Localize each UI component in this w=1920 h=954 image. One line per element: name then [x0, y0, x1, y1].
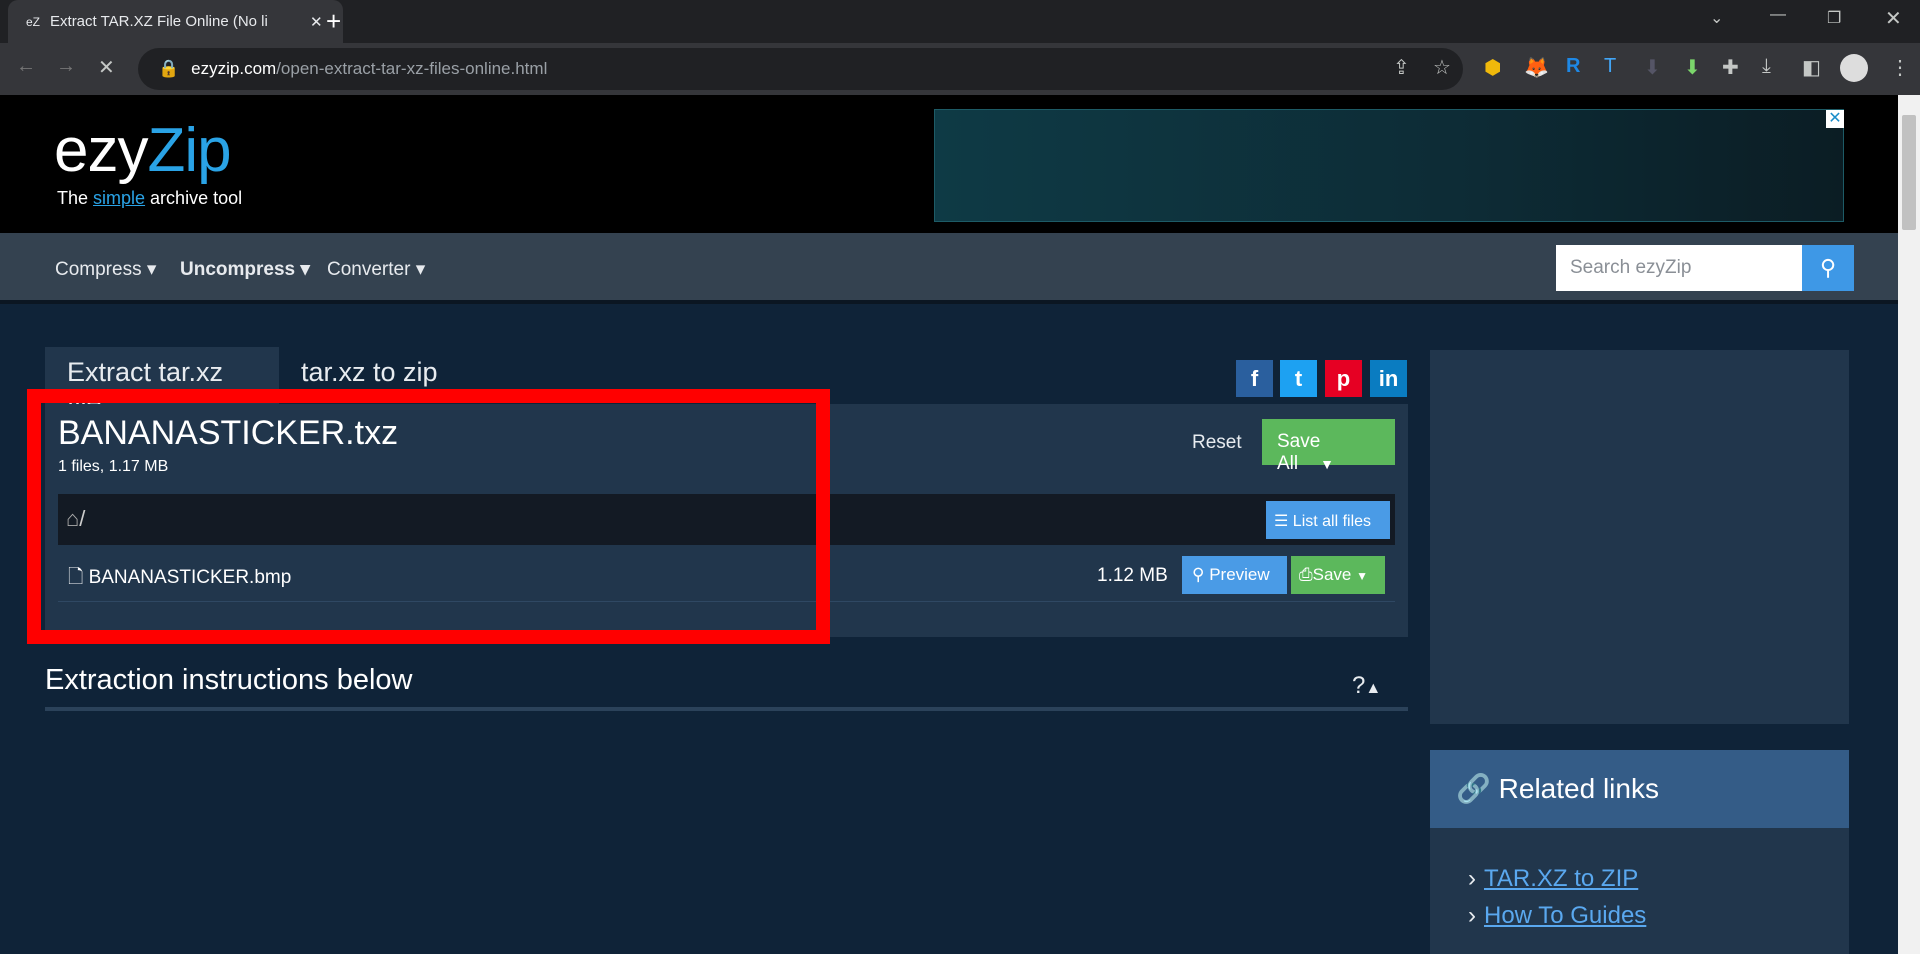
tagline-part: The	[57, 188, 94, 208]
extension-binance-icon[interactable]: ⬢	[1484, 55, 1501, 80]
url-path: /open-extract-tar-xz-files-online.html	[276, 59, 548, 78]
side-panel-icon[interactable]: ◧	[1802, 55, 1821, 80]
extension-translate-icon[interactable]: T	[1604, 55, 1616, 78]
link-icon: 🔗	[1456, 773, 1491, 804]
tab-title: Extract TAR.XZ File Online (No li	[50, 13, 268, 30]
search-button[interactable]: ⚲	[1802, 245, 1854, 291]
address-bar[interactable]: 🔒 ezyzip.com/open-extract-tar-xz-files-o…	[138, 48, 1463, 90]
back-icon[interactable]: ←	[16, 55, 36, 78]
favicon-icon: eZ	[26, 14, 41, 29]
restore-icon[interactable]: ❐	[1827, 8, 1841, 28]
nav-uncompress[interactable]: Uncompress ▾	[180, 258, 310, 281]
ad-close-icon[interactable]: ✕	[1826, 110, 1844, 128]
linkedin-share-icon[interactable]: in	[1370, 360, 1407, 397]
instructions-toggle[interactable]: ?▲	[1352, 672, 1381, 700]
caret-down-icon[interactable]: ▼	[1356, 569, 1368, 583]
close-window-icon[interactable]: ✕	[1885, 6, 1902, 31]
search-icon: ⚲	[1819, 255, 1837, 280]
related-link-item: › How To Guides	[1468, 902, 1647, 929]
highlight-box	[27, 389, 830, 644]
extensions-puzzle-icon[interactable]: ✚	[1722, 55, 1739, 80]
related-links-heading: 🔗 Related links	[1430, 750, 1849, 828]
lock-icon: 🔒	[158, 59, 180, 78]
bookmark-star-icon[interactable]: ☆	[1433, 55, 1451, 80]
header-ad-banner[interactable]	[934, 109, 1844, 222]
save-file-button[interactable]: ⎙Save ▼	[1291, 556, 1385, 594]
caret-down-icon[interactable]: ▼	[1320, 456, 1334, 472]
tab-search-icon[interactable]: ⌄	[1710, 8, 1723, 28]
extension-download-gray-icon[interactable]: ⬇	[1644, 55, 1661, 80]
list-icon: ☰	[1274, 513, 1289, 530]
extension-r-icon[interactable]: R	[1566, 55, 1580, 78]
tagline-part: simple	[93, 188, 146, 208]
logo-part: ezy	[54, 116, 148, 185]
extension-metamask-icon[interactable]: 🦊	[1524, 55, 1549, 80]
related-link-item: › TAR.XZ to ZIP	[1468, 865, 1639, 892]
extension-download-green-icon[interactable]: ⬇	[1684, 55, 1701, 80]
menu-kebab-icon[interactable]: ⋮	[1890, 55, 1910, 80]
sidebar-ad	[1430, 350, 1849, 724]
stop-icon[interactable]: ✕	[98, 55, 115, 80]
divider	[45, 707, 1408, 711]
instructions-heading: Extraction instructions below	[45, 664, 413, 696]
nav-compress[interactable]: Compress ▾	[55, 258, 156, 281]
forward-icon[interactable]: →	[56, 55, 76, 78]
url-domain: ezyzip.com	[191, 59, 277, 78]
preview-button[interactable]: ⚲ Preview	[1182, 556, 1287, 594]
pinterest-share-icon[interactable]: p	[1325, 360, 1362, 397]
tagline: The simple archive tool	[57, 188, 242, 209]
ezyzip-logo[interactable]: ezyZip	[54, 115, 232, 186]
share-icon[interactable]: ⇪	[1393, 55, 1410, 80]
save-all-button[interactable]: Save All ▼	[1262, 419, 1395, 474]
new-tab-icon[interactable]: +	[326, 6, 341, 37]
magnifier-icon: ⚲	[1192, 565, 1205, 584]
browser-tab[interactable]: eZ Extract TAR.XZ File Online (No li ✕	[8, 0, 343, 43]
file-size: 1.12 MB	[1097, 565, 1168, 586]
twitter-share-icon[interactable]: t	[1280, 360, 1317, 397]
reset-button[interactable]: Reset	[1192, 432, 1242, 454]
nav-converter[interactable]: Converter ▾	[327, 258, 425, 281]
file-download-icon: ⎙	[1299, 565, 1313, 584]
list-all-files-button[interactable]: ☰ List all files	[1266, 501, 1390, 539]
minimize-icon[interactable]: —	[1770, 6, 1786, 24]
related-link-tarxz-to-zip[interactable]: TAR.XZ to ZIP	[1484, 865, 1638, 892]
logo-part: Zip	[147, 116, 231, 185]
search-input[interactable]: Search ezyZip	[1556, 245, 1802, 291]
profile-avatar[interactable]	[1840, 54, 1868, 82]
tagline-part: archive tool	[145, 188, 243, 208]
facebook-share-icon[interactable]: f	[1236, 360, 1273, 397]
related-link-how-to-guides[interactable]: How To Guides	[1484, 902, 1646, 929]
caret-up-icon: ▲	[1365, 680, 1382, 697]
scrollbar-thumb[interactable]	[1902, 115, 1916, 230]
downloads-icon[interactable]: ⤓	[1762, 55, 1771, 78]
close-tab-icon[interactable]: ✕	[310, 13, 323, 31]
